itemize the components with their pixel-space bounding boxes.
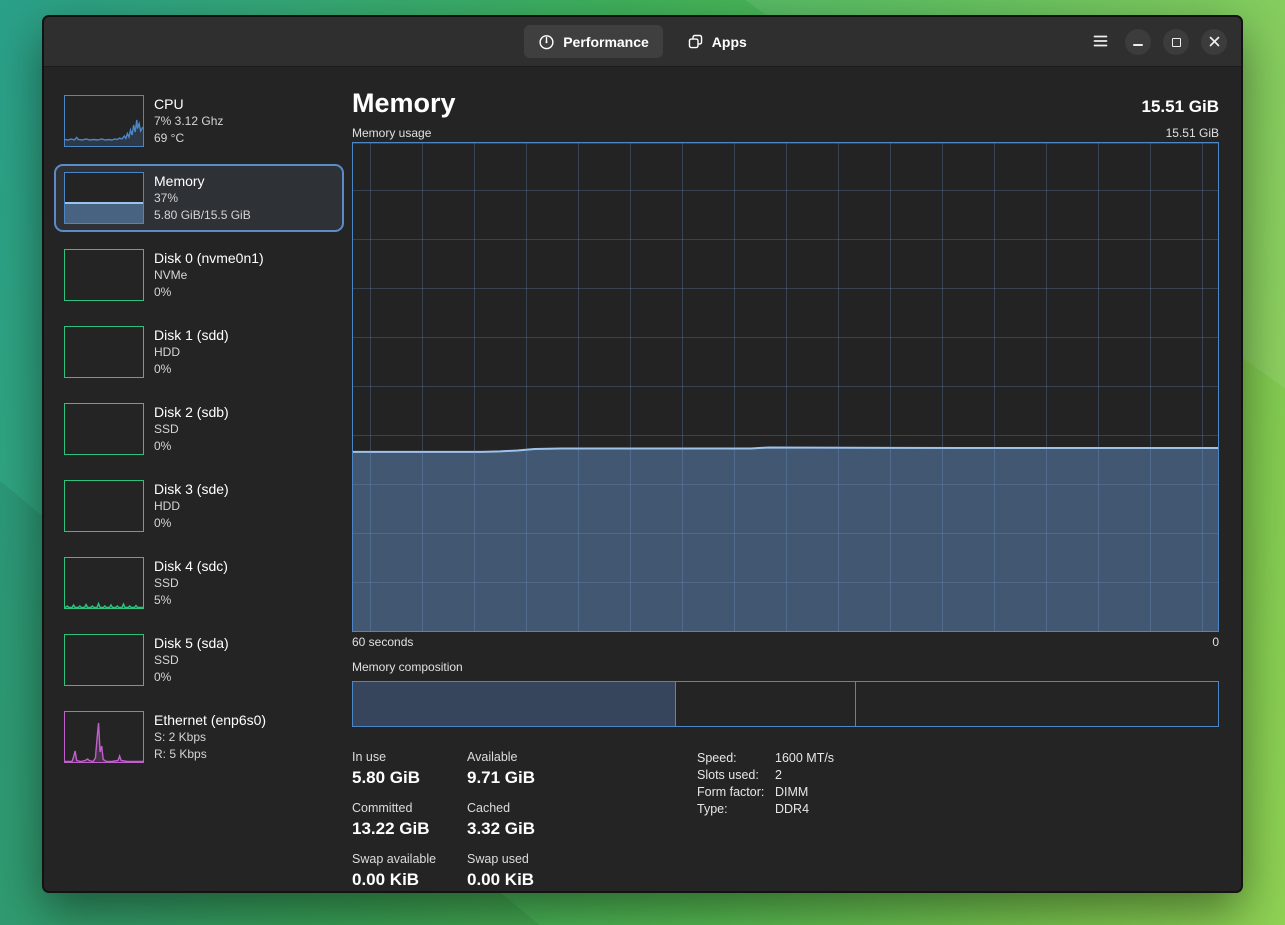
sidebar-item-cpu[interactable]: CPU 7% 3.12 Ghz 69 °C xyxy=(54,87,344,155)
disk4-usage: 5% xyxy=(154,592,228,609)
window-controls xyxy=(1087,17,1227,67)
minimize-button[interactable] xyxy=(1125,29,1151,55)
x-axis-right-label: 0 xyxy=(1212,635,1219,649)
disk5-thumbnail xyxy=(64,634,144,686)
close-icon xyxy=(1209,35,1220,50)
memory-percent: 37% xyxy=(154,190,251,207)
cpu-title: CPU xyxy=(154,96,223,113)
disk0-thumbnail xyxy=(64,249,144,301)
ethernet-send: S: 2 Kbps xyxy=(154,729,266,746)
info-slots: Slots used: 2 xyxy=(697,767,834,784)
sidebar-item-memory[interactable]: Memory 37% 5.80 GiB/15.5 GiB xyxy=(54,164,344,232)
info-type: Type: DDR4 xyxy=(697,801,834,818)
usage-chart-label: Memory usage xyxy=(352,126,431,140)
total-memory: 15.51 GiB xyxy=(1142,97,1220,117)
stat-cached: Cached 3.32 GiB xyxy=(467,801,599,839)
info-form-factor: Form factor: DIMM xyxy=(697,784,834,801)
ethernet-receive: R: 5 Kbps xyxy=(154,746,266,763)
disk4-thumbnail xyxy=(64,557,144,609)
ethernet-title: Ethernet (enp6s0) xyxy=(154,712,266,729)
disk0-usage: 0% xyxy=(154,284,264,301)
tab-apps-label: Apps xyxy=(712,34,747,50)
disk3-type: HDD xyxy=(154,498,229,515)
memory-panel: Memory 15.51 GiB Memory usage 15.51 GiB … xyxy=(344,67,1241,893)
maximize-button[interactable] xyxy=(1163,29,1189,55)
page-title: Memory xyxy=(352,88,456,119)
composition-label: Memory composition xyxy=(352,660,1219,674)
close-button[interactable] xyxy=(1201,29,1227,55)
app-window: Performance Apps xyxy=(42,15,1243,893)
disk1-usage: 0% xyxy=(154,361,229,378)
disk0-type: NVMe xyxy=(154,267,264,284)
ethernet-thumbnail xyxy=(64,711,144,763)
memory-thumbnail xyxy=(64,172,144,224)
x-axis-left-label: 60 seconds xyxy=(352,635,413,649)
info-speed: Speed: 1600 MT/s xyxy=(697,750,834,767)
sidebar-item-disk5[interactable]: Disk 5 (sda) SSD 0% xyxy=(54,626,344,694)
disk1-type: HDD xyxy=(154,344,229,361)
disk2-thumbnail xyxy=(64,403,144,455)
menu-button[interactable] xyxy=(1087,29,1113,55)
disk2-title: Disk 2 (sdb) xyxy=(154,404,229,421)
disk3-usage: 0% xyxy=(154,515,229,532)
stat-swap-available: Swap available 0.00 KiB xyxy=(352,852,467,890)
memory-title: Memory xyxy=(154,173,251,190)
sidebar: CPU 7% 3.12 Ghz 69 °C Memory 37% 5.80 Gi… xyxy=(44,67,344,893)
disk4-type: SSD xyxy=(154,575,228,592)
tab-performance[interactable]: Performance xyxy=(524,25,663,58)
sidebar-item-disk1[interactable]: Disk 1 (sdd) HDD 0% xyxy=(54,318,344,386)
sidebar-item-disk3[interactable]: Disk 3 (sde) HDD 0% xyxy=(54,472,344,540)
desktop-wallpaper: Performance Apps xyxy=(0,0,1285,925)
composition-segment-in-use xyxy=(353,682,676,726)
stat-available: Available 9.71 GiB xyxy=(467,750,599,788)
composition-segment-free xyxy=(856,682,1218,726)
stat-in-use: In use 5.80 GiB xyxy=(352,750,467,788)
memory-hardware-info: Speed: 1600 MT/s Slots used: 2 Form fact… xyxy=(697,750,834,893)
memory-stats: In use 5.80 GiB Available 9.71 GiB Commi… xyxy=(352,750,599,893)
titlebar: Performance Apps xyxy=(44,17,1241,67)
disk5-title: Disk 5 (sda) xyxy=(154,635,229,652)
disk5-type: SSD xyxy=(154,652,229,669)
maximize-icon xyxy=(1172,38,1181,47)
minimize-icon xyxy=(1133,44,1143,46)
disk4-title: Disk 4 (sdc) xyxy=(154,558,228,575)
disk0-title: Disk 0 (nvme0n1) xyxy=(154,250,264,267)
disk3-thumbnail xyxy=(64,480,144,532)
memory-amount: 5.80 GiB/15.5 GiB xyxy=(154,207,251,224)
disk5-usage: 0% xyxy=(154,669,229,686)
memory-usage-chart xyxy=(352,142,1219,632)
gauge-icon xyxy=(538,33,555,50)
tab-performance-label: Performance xyxy=(563,34,649,50)
usage-area xyxy=(353,143,1218,631)
stat-committed: Committed 13.22 GiB xyxy=(352,801,467,839)
cpu-temp: 69 °C xyxy=(154,130,223,147)
disk2-type: SSD xyxy=(154,421,229,438)
disk1-title: Disk 1 (sdd) xyxy=(154,327,229,344)
disk3-title: Disk 3 (sde) xyxy=(154,481,229,498)
apps-icon xyxy=(687,33,704,50)
sidebar-item-disk0[interactable]: Disk 0 (nvme0n1) NVMe 0% xyxy=(54,241,344,309)
disk2-usage: 0% xyxy=(154,438,229,455)
disk1-thumbnail xyxy=(64,326,144,378)
cpu-usage: 7% 3.12 Ghz xyxy=(154,113,223,130)
hamburger-icon xyxy=(1093,35,1108,50)
view-switcher: Performance Apps xyxy=(524,25,761,58)
sidebar-item-disk2[interactable]: Disk 2 (sdb) SSD 0% xyxy=(54,395,344,463)
tab-apps[interactable]: Apps xyxy=(673,25,761,58)
stat-swap-used: Swap used 0.00 KiB xyxy=(467,852,599,890)
cpu-thumbnail xyxy=(64,95,144,147)
memory-composition-bar xyxy=(352,681,1219,727)
usage-chart-max: 15.51 GiB xyxy=(1166,126,1219,140)
sidebar-item-ethernet[interactable]: Ethernet (enp6s0) S: 2 Kbps R: 5 Kbps xyxy=(54,703,344,771)
composition-segment-modified-cached xyxy=(676,682,856,726)
sidebar-item-disk4[interactable]: Disk 4 (sdc) SSD 5% xyxy=(54,549,344,617)
